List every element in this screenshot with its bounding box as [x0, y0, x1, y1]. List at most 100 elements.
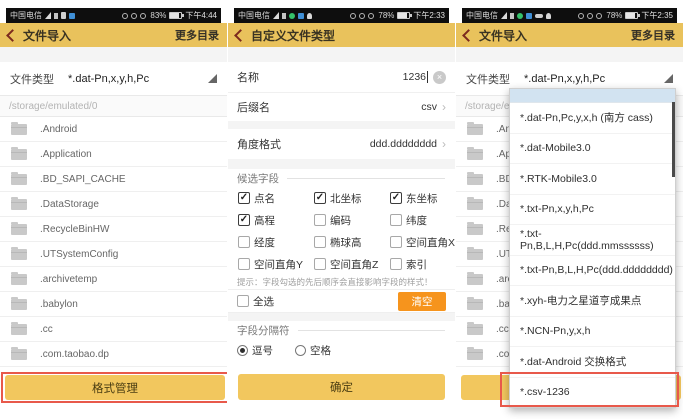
angle-format-row[interactable]: 角度格式 ddd.dddddddd ›	[228, 129, 455, 159]
clear-input-icon[interactable]	[433, 71, 446, 84]
dropdown-item[interactable]: *.txt-Pn,x,y,h,Pc	[510, 195, 675, 226]
folder-icon	[467, 299, 483, 310]
section-title-text: 候选字段	[237, 171, 279, 186]
field-checkbox[interactable]: 空间直角X	[390, 231, 455, 253]
folder-name: .cc	[40, 324, 53, 335]
status-bar: 中国电信 78%下午2:35	[462, 8, 677, 23]
folder-row[interactable]: .babylon	[0, 292, 227, 317]
status-left-icons: 中国电信	[238, 10, 312, 21]
dropdown-item[interactable]: *.txt-Pn,B,L,H,Pc(ddd.mmssssss)	[510, 225, 675, 256]
mute-icon	[596, 13, 602, 19]
page-title: 文件导入	[23, 27, 71, 44]
back-icon[interactable]	[462, 29, 475, 42]
folder-row[interactable]: .archivetemp	[0, 267, 227, 292]
radio-label: 空格	[310, 343, 331, 358]
bell-icon	[307, 13, 312, 19]
folder-row[interactable]: .DataStorage	[0, 192, 227, 217]
checkbox-unchecked-icon	[390, 214, 402, 226]
folder-icon	[11, 299, 27, 310]
folder-list: .Android.Application .BD_SAPI_CACHE .DataS…	[0, 117, 227, 367]
folder-icon	[467, 174, 483, 185]
name-label: 名称	[237, 69, 259, 85]
status-time: 下午4:44	[185, 10, 217, 21]
folder-icon	[11, 199, 27, 210]
folder-row[interactable]: .UTSystemConfig	[0, 242, 227, 267]
folder-row[interactable]: .Android	[0, 117, 227, 142]
checkbox-label: 空间直角Y	[254, 257, 303, 272]
dropdown-item[interactable]: *.dat-Pn,Pc,y,x,h (南方 cass)	[510, 103, 675, 134]
folder-name: .cc	[496, 324, 509, 335]
suffix-row[interactable]: 后缀名 csv ›	[228, 93, 455, 121]
folder-name: .com.taobao.dp	[40, 349, 109, 360]
field-checkbox[interactable]: 索引	[390, 253, 455, 275]
dropdown-item[interactable]: *.txt-Pn,B,L,H,Pc(ddd.dddddddd)	[510, 256, 675, 287]
section-gap	[228, 47, 455, 62]
app-icon-blue	[69, 13, 75, 19]
field-checkbox[interactable]: 经度	[238, 231, 314, 253]
separator-radio[interactable]: 空格	[295, 343, 331, 358]
dropdown-triangle-icon	[664, 74, 673, 83]
clear-fields-button[interactable]: 清空	[398, 292, 446, 311]
dropdown-item[interactable]: *.dat-Android 交换格式	[510, 347, 675, 378]
screen-file-import-right: 中国电信 78%下午2:35 文件导入 更多目录 文件类型 *.dat-Pn,x…	[456, 0, 683, 419]
field-checkbox[interactable]: 编码	[314, 209, 390, 231]
folder-row[interactable]: .Application	[0, 142, 227, 167]
dropdown-item[interactable]: *.xyh-电力之星道亨成果点	[510, 286, 675, 317]
dot-green-icon	[289, 13, 295, 19]
battery-percent: 78%	[378, 11, 394, 20]
dropdown-item[interactable]: *.dat-Mobile3.0	[510, 134, 675, 165]
alarm-icon	[587, 13, 593, 19]
checkbox-label: 编码	[330, 213, 351, 228]
folder-name: .babylon	[40, 299, 78, 310]
folder-icon	[467, 324, 483, 335]
app-icon-blue	[526, 13, 532, 19]
annotation-rect: 格式管理	[1, 372, 227, 403]
folder-row[interactable]: .cc	[0, 317, 227, 342]
checkbox-label: 东坐标	[406, 191, 438, 206]
folder-row[interactable]: .RecycleBinHW	[0, 217, 227, 242]
dropdown-item[interactable]: *.NCN-Pn,y,x,h	[510, 317, 675, 348]
current-path: /storage/emulated/0	[0, 95, 227, 117]
mute-icon	[140, 13, 146, 19]
section-gap	[0, 47, 227, 62]
dropdown-item[interactable]: *.csv-1236	[510, 378, 675, 408]
field-checkbox[interactable]: 空间直角Z	[314, 253, 390, 275]
name-input-value[interactable]: 1236	[403, 71, 426, 83]
name-field-row[interactable]: 名称 1236	[228, 62, 455, 93]
separator-radio[interactable]: 逗号	[237, 343, 273, 358]
back-icon[interactable]	[6, 29, 19, 42]
checkbox-checked-icon	[314, 192, 326, 204]
chevron-right-icon: ›	[442, 100, 446, 114]
folder-icon	[467, 149, 483, 160]
select-all-checkbox[interactable]	[237, 295, 249, 307]
field-checkbox[interactable]: 空间直角Y	[238, 253, 314, 275]
field-checkbox[interactable]: 东坐标	[390, 187, 455, 209]
folder-row[interactable]: .BD_SAPI_CACHE	[0, 167, 227, 192]
more-directories-button[interactable]: 更多目录	[175, 27, 219, 43]
format-manage-button[interactable]: 格式管理	[5, 375, 225, 400]
file-type-selector[interactable]: 文件类型 *.dat-Pn,x,y,h,Pc	[0, 62, 227, 95]
checkbox-label: 经度	[254, 235, 275, 250]
dropdown-scrollbar[interactable]	[672, 102, 675, 177]
dropdown-item[interactable]: *.RTK-Mobile3.0	[510, 164, 675, 195]
checkbox-unchecked-icon	[314, 258, 326, 270]
field-checkbox[interactable]: 椭球高	[314, 231, 390, 253]
folder-name: .BD_SAPI_CACHE	[40, 174, 126, 185]
back-icon[interactable]	[234, 29, 247, 42]
alarm-icon	[131, 13, 137, 19]
field-checkbox[interactable]: 纬度	[390, 209, 455, 231]
confirm-button[interactable]: 确定	[238, 374, 445, 400]
more-directories-button[interactable]: 更多目录	[631, 27, 675, 43]
hspa-icon	[54, 13, 58, 19]
hint-row: 提示：字段勾选的先后顺序会直接影响字段的样式！	[228, 275, 455, 289]
divider-line	[287, 178, 445, 179]
checkbox-label: 椭球高	[330, 235, 362, 250]
folder-icon	[11, 174, 27, 185]
triple-screenshot-composite: 中国电信 83%下午4:44 文件导入 更多目录 文件类型 *.dat-Pn,x…	[0, 0, 683, 419]
field-checkbox[interactable]: 点名	[238, 187, 314, 209]
dropdown-partial-selected-item[interactable]	[510, 89, 675, 103]
folder-row[interactable]: .com.taobao.dp	[0, 342, 227, 367]
field-checkbox[interactable]: 北坐标	[314, 187, 390, 209]
sim-icon	[61, 12, 66, 19]
field-checkbox[interactable]: 高程	[238, 209, 314, 231]
